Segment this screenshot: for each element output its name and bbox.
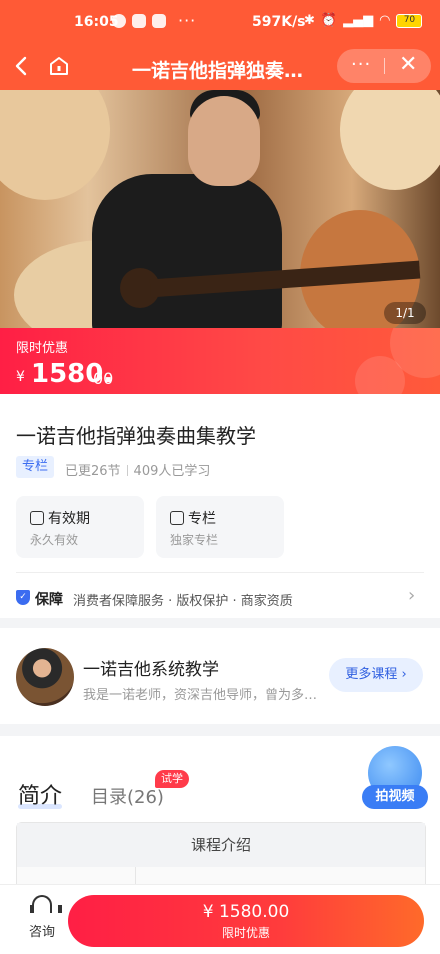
page-title: 一诺吉他指弹独奏…: [132, 60, 304, 82]
price-decimals: 00: [93, 369, 114, 388]
buy-button[interactable]: ¥ 1580.00 限时优惠: [68, 895, 424, 947]
updated-count: 已更26节: [65, 464, 121, 479]
avatar[interactable]: [16, 648, 74, 706]
course-meta: 已更26节 409人已学习: [65, 460, 210, 479]
teacher-description: 我是一诺老师，资深吉他导师，曾为多…: [83, 688, 318, 703]
capsule-divider: [384, 58, 385, 74]
gallery-icon: [152, 14, 166, 28]
wall-guitar: [0, 90, 110, 200]
bottom-bar: 咨询 ¥ 1580.00 限时优惠: [0, 884, 440, 954]
promo-tag: 限时优惠: [16, 341, 69, 356]
headset-icon: [30, 895, 62, 913]
course-info: 一诺吉他指弹独奏曲集教学 专栏 已更26节 409人已学习 有效期 永久有效 专栏…: [0, 394, 440, 618]
chevron-right-icon: ›: [408, 585, 416, 606]
bookmark-icon: [170, 511, 184, 525]
card-title-text: 专栏: [188, 511, 216, 527]
player-head: [188, 96, 260, 186]
intro-table: 课程介绍: [16, 822, 426, 893]
signal-icon: ▂▄▆: [343, 13, 374, 28]
guarantee-row[interactable]: ✓ 保障 消费者保障服务 · 版权保护 · 商家资质 ›: [16, 572, 424, 618]
column-title: 专栏: [170, 508, 216, 528]
teacher-section: 一诺吉他系统教学 我是一诺老师，资深吉他导师，曾为多… 更多课程 ›: [0, 628, 440, 724]
status-bar: 16:05 ··· 597K/s ✱ ⏰ ▂▄▆ ◠ 70: [0, 0, 440, 44]
status-more-dots: ···: [178, 11, 197, 30]
chevron-right-icon: ›: [401, 667, 407, 682]
column-value: 独家专栏: [170, 533, 219, 547]
consult-label: 咨询: [28, 925, 55, 940]
wall-guitar: [340, 90, 440, 190]
course-title: 一诺吉他指弹独奏曲集教学: [16, 424, 256, 448]
app-notification-icon: [112, 14, 126, 28]
bluetooth-icon: ✱: [304, 13, 315, 28]
column-card: 专栏 独家专栏: [156, 496, 284, 558]
consult-button[interactable]: 咨询: [20, 895, 64, 945]
shoot-video-button[interactable]: 拍视频: [362, 746, 428, 810]
player-body: [92, 174, 282, 328]
course-cover-image[interactable]: 1/1: [0, 90, 440, 328]
close-icon[interactable]: ✕: [399, 52, 417, 77]
trial-badge: 试学: [155, 770, 189, 788]
home-icon[interactable]: [48, 55, 70, 77]
status-app-icons: [112, 14, 166, 28]
intro-section: 简介 目录(26) 试学 拍视频 课程介绍: [0, 736, 440, 893]
teacher-name: 一诺吉他系统教学: [83, 660, 219, 680]
guarantee-title: 保障: [35, 592, 63, 608]
card-title-text: 有效期: [48, 511, 90, 527]
mini-program-capsule: ··· ✕: [337, 49, 431, 83]
price-banner: 限时优惠 ¥ 1580. 00: [0, 328, 440, 394]
shoot-video-label: 拍视频: [362, 785, 428, 809]
network-speed: 597K/s: [252, 14, 306, 30]
alarm-icon: ⏰: [320, 13, 338, 28]
image-pager: 1/1: [384, 302, 426, 324]
status-right-icons: ✱ ⏰ ▂▄▆ ◠ 70: [304, 13, 423, 28]
tab-toc[interactable]: 目录(26): [91, 783, 164, 809]
meta-divider: [126, 465, 128, 476]
back-icon[interactable]: [10, 52, 34, 86]
battery-icon: 70: [396, 13, 423, 28]
intro-table-header: 课程介绍: [17, 823, 425, 867]
currency-symbol: ¥: [16, 369, 25, 385]
buy-subtitle: 限时优惠: [221, 926, 270, 940]
wechat-icon: [132, 14, 146, 28]
shield-check-icon: ✓: [16, 590, 30, 605]
more-courses-label: 更多课程: [345, 667, 398, 682]
more-courses-button[interactable]: 更多课程 ›: [329, 658, 423, 692]
guarantee-items: 消费者保障服务 · 版权保护 · 商家资质: [73, 594, 293, 609]
tab-intro[interactable]: 简介: [18, 778, 62, 810]
buy-price: ¥ 1580.00: [202, 902, 290, 922]
nav-bar: 一诺吉他指弹独奏… ··· ✕: [0, 44, 440, 90]
more-icon[interactable]: ···: [351, 54, 371, 75]
learner-count: 409人已学习: [133, 464, 211, 479]
validity-card: 有效期 永久有效: [16, 496, 144, 558]
wifi-icon: ◠: [379, 13, 391, 28]
validity-title: 有效期: [30, 508, 90, 528]
calendar-icon: [30, 511, 44, 525]
column-badge: 专栏: [16, 456, 55, 478]
validity-value: 永久有效: [30, 533, 79, 547]
